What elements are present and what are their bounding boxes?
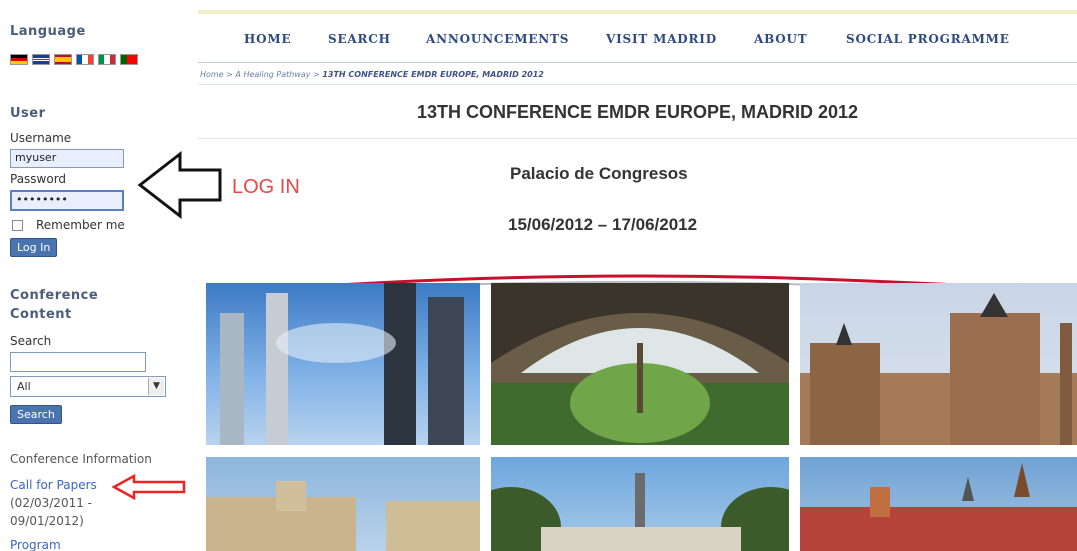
conference-content-title-2: Content <box>10 307 72 322</box>
username-input[interactable]: myuser <box>10 149 124 168</box>
photo-casa-de-la-villa <box>800 283 1077 445</box>
main-nav: HOME SEARCH ANNOUNCEMENTS VISIT MADRID A… <box>198 32 1077 54</box>
flag-pt-icon[interactable] <box>120 54 138 65</box>
top-accent-bar <box>198 10 1077 14</box>
program-link[interactable]: Program <box>10 538 61 551</box>
photo-madrid-building <box>206 457 480 551</box>
cfp-dates-start: (02/03/2011 - <box>10 496 92 510</box>
black-arrow-annotation-icon <box>137 150 222 220</box>
nav-social-programme[interactable]: SOCIAL PROGRAMME <box>846 32 1010 46</box>
search-input[interactable] <box>10 352 146 372</box>
call-for-papers-link[interactable]: Call for Papers <box>10 478 97 492</box>
language-title: Language <box>10 24 86 39</box>
photo-atocha-station <box>491 283 789 445</box>
dates-text: 15/06/2012 – 17/06/2012 <box>508 215 698 234</box>
nav-divider <box>198 62 1077 63</box>
conference-info-label: Conference Information <box>10 452 152 466</box>
user-title: User <box>10 106 46 121</box>
flag-it-icon[interactable] <box>98 54 116 65</box>
category-select[interactable]: All ▼ <box>10 376 166 397</box>
conference-content-title-1: Conference <box>10 288 99 303</box>
flag-es-icon[interactable] <box>54 54 72 65</box>
password-label: Password <box>10 172 67 186</box>
login-button[interactable]: Log In <box>10 238 58 257</box>
photo-madrid-towers <box>206 283 480 445</box>
select-value: All <box>17 380 31 393</box>
nav-visit-madrid[interactable]: VISIT MADRID <box>606 32 717 46</box>
breadcrumb-current: 13TH CONFERENCE EMDR EUROPE, MADRID 2012 <box>322 70 544 79</box>
sidebar: Language User Username myuser Password •… <box>0 0 196 551</box>
breadcrumb-divider <box>198 84 1077 85</box>
chevron-down-icon[interactable]: ▼ <box>148 378 164 395</box>
page-title: 13TH CONFERENCE EMDR EUROPE, MADRID 2012 <box>416 102 859 122</box>
breadcrumb-separator: > <box>223 70 236 79</box>
flag-uk-icon[interactable] <box>32 54 50 65</box>
breadcrumb-pathway[interactable]: A Healing Pathway <box>235 70 310 79</box>
username-label: Username <box>10 131 72 145</box>
red-arrow-annotation-icon <box>112 474 186 500</box>
photo-retiro-monument <box>491 457 789 551</box>
breadcrumb: Home > A Healing Pathway > 13TH CONFEREN… <box>200 70 544 79</box>
remember-checkbox[interactable] <box>12 220 23 231</box>
flag-fr-icon[interactable] <box>76 54 94 65</box>
remember-label: Remember me <box>36 218 125 232</box>
nav-home[interactable]: HOME <box>244 32 291 46</box>
login-annotation-text: LOG IN <box>232 176 300 198</box>
nav-about[interactable]: ABOUT <box>754 32 808 46</box>
photo-plaza-mayor <box>800 457 1077 551</box>
language-flags <box>10 54 138 65</box>
nav-announcements[interactable]: ANNOUNCEMENTS <box>426 32 569 46</box>
password-input[interactable]: •••••••• <box>10 190 124 211</box>
title-divider <box>198 138 1077 139</box>
breadcrumb-separator: > <box>310 70 323 79</box>
nav-search[interactable]: SEARCH <box>328 32 391 46</box>
breadcrumb-home[interactable]: Home <box>200 70 224 79</box>
search-label: Search <box>10 334 52 348</box>
flag-de-icon[interactable] <box>10 54 28 65</box>
venue-text: Palacio de Congresos <box>510 164 688 183</box>
search-button[interactable]: Search <box>10 405 62 424</box>
cfp-dates-end: 09/01/2012) <box>10 514 84 528</box>
